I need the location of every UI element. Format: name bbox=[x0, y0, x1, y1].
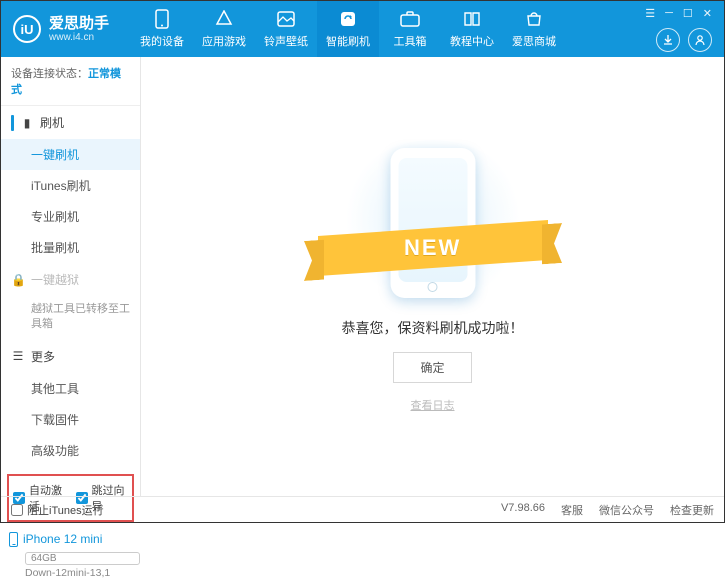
device-storage-badge: 64GB bbox=[25, 552, 140, 565]
conn-label: 设备连接状态： bbox=[11, 68, 88, 80]
download-button[interactable] bbox=[656, 28, 680, 52]
version-label: V7.98.66 bbox=[501, 502, 545, 518]
flash-icon bbox=[338, 9, 358, 29]
sidebar-section-jailbreak[interactable]: 🔒 一键越狱 bbox=[1, 263, 140, 296]
nav-label: 爱思商城 bbox=[512, 33, 556, 49]
maximize-icon[interactable]: ☐ bbox=[683, 7, 693, 20]
checkbox-block-itunes[interactable]: 阻止iTunes运行 bbox=[11, 502, 104, 518]
title-right: ☰ ─ ☐ ✕ bbox=[645, 7, 720, 52]
sidebar-item-advanced[interactable]: 高级功能 bbox=[1, 435, 140, 466]
book-icon bbox=[462, 9, 482, 29]
account-button[interactable] bbox=[688, 28, 712, 52]
sidebar-item-download-fw[interactable]: 下载固件 bbox=[1, 404, 140, 435]
device-name: iPhone 12 mini bbox=[23, 532, 102, 546]
phone-illustration-icon bbox=[390, 148, 475, 298]
customer-service-link[interactable]: 客服 bbox=[561, 502, 583, 518]
nav-label: 智能刷机 bbox=[326, 33, 370, 49]
brand-logo-letter: iU bbox=[21, 22, 34, 37]
phone-small-icon: ▮ bbox=[20, 116, 34, 130]
sidebar-item-onekey-flash[interactable]: 一键刷机 bbox=[1, 139, 140, 170]
main-nav: 我的设备 应用游戏 铃声壁纸 智能刷机 工具箱 教程中心 bbox=[131, 1, 565, 57]
toolbox-icon bbox=[400, 9, 420, 29]
sidebar-section-flash[interactable]: ▮ 刷机 bbox=[1, 106, 140, 139]
nav-apps[interactable]: 应用游戏 bbox=[193, 1, 255, 57]
nav-ringtones[interactable]: 铃声壁纸 bbox=[255, 1, 317, 57]
sidebar-item-pro-flash[interactable]: 专业刷机 bbox=[1, 201, 140, 232]
store-icon bbox=[524, 9, 544, 29]
lock-icon: 🔒 bbox=[11, 273, 25, 287]
brand-logo-icon: iU bbox=[13, 15, 41, 43]
nav-label: 教程中心 bbox=[450, 33, 494, 49]
statusbar: 阻止iTunes运行 V7.98.66 客服 微信公众号 检查更新 bbox=[1, 496, 724, 522]
brand-name: 爱思助手 bbox=[49, 15, 109, 32]
connected-device[interactable]: iPhone 12 mini bbox=[1, 528, 140, 549]
wechat-link[interactable]: 微信公众号 bbox=[599, 502, 654, 518]
nav-flash[interactable]: 智能刷机 bbox=[317, 1, 379, 57]
main-content: NEW 恭喜您，保资料刷机成功啦！ 确定 查看日志 bbox=[141, 57, 724, 496]
success-message: 恭喜您，保资料刷机成功啦！ bbox=[342, 318, 524, 338]
device-firmware: Down-12mini-13,1 bbox=[1, 567, 140, 579]
section-label: 一键越狱 bbox=[31, 271, 79, 288]
nav-label: 我的设备 bbox=[140, 33, 184, 49]
sidebar-section-more[interactable]: ☰ 更多 bbox=[1, 340, 140, 373]
nav-my-device[interactable]: 我的设备 bbox=[131, 1, 193, 57]
section-label: 更多 bbox=[31, 348, 55, 365]
active-indicator bbox=[11, 115, 14, 131]
sidebar-item-batch-flash[interactable]: 批量刷机 bbox=[1, 232, 140, 263]
check-update-link[interactable]: 检查更新 bbox=[670, 502, 714, 518]
wallpaper-icon bbox=[276, 9, 296, 29]
apps-icon bbox=[214, 9, 234, 29]
checkbox-input[interactable] bbox=[11, 504, 23, 516]
titlebar: iU 爱思助手 www.i4.cn 我的设备 应用游戏 铃声壁纸 智能刷机 bbox=[1, 1, 724, 57]
section-label: 刷机 bbox=[40, 114, 64, 131]
nav-label: 应用游戏 bbox=[202, 33, 246, 49]
nav-label: 工具箱 bbox=[394, 33, 427, 49]
nav-toolbox[interactable]: 工具箱 bbox=[379, 1, 441, 57]
nav-label: 铃声壁纸 bbox=[264, 33, 308, 49]
phone-icon bbox=[152, 9, 172, 29]
sidebar-item-other-tools[interactable]: 其他工具 bbox=[1, 373, 140, 404]
jailbreak-note: 越狱工具已转移至工具箱 bbox=[1, 296, 140, 340]
ribbon-text: NEW bbox=[404, 235, 461, 261]
ok-button[interactable]: 确定 bbox=[393, 352, 471, 383]
nav-tutorials[interactable]: 教程中心 bbox=[441, 1, 503, 57]
view-log-link[interactable]: 查看日志 bbox=[411, 397, 455, 413]
nav-store[interactable]: 爱思商城 bbox=[503, 1, 565, 57]
success-illustration: NEW bbox=[338, 140, 528, 300]
menu-icon[interactable]: ☰ bbox=[645, 7, 655, 20]
device-icon bbox=[9, 532, 18, 547]
minimize-icon[interactable]: ─ bbox=[665, 7, 673, 20]
sidebar-item-itunes-flash[interactable]: iTunes刷机 bbox=[1, 170, 140, 201]
connection-status: 设备连接状态：正常模式 bbox=[1, 57, 140, 106]
more-icon: ☰ bbox=[11, 349, 25, 363]
close-icon[interactable]: ✕ bbox=[703, 7, 712, 20]
brand-site: www.i4.cn bbox=[49, 32, 109, 44]
brand-block: iU 爱思助手 www.i4.cn bbox=[13, 15, 109, 44]
sidebar: 设备连接状态：正常模式 ▮ 刷机 一键刷机 iTunes刷机 专业刷机 批量刷机… bbox=[1, 57, 141, 496]
